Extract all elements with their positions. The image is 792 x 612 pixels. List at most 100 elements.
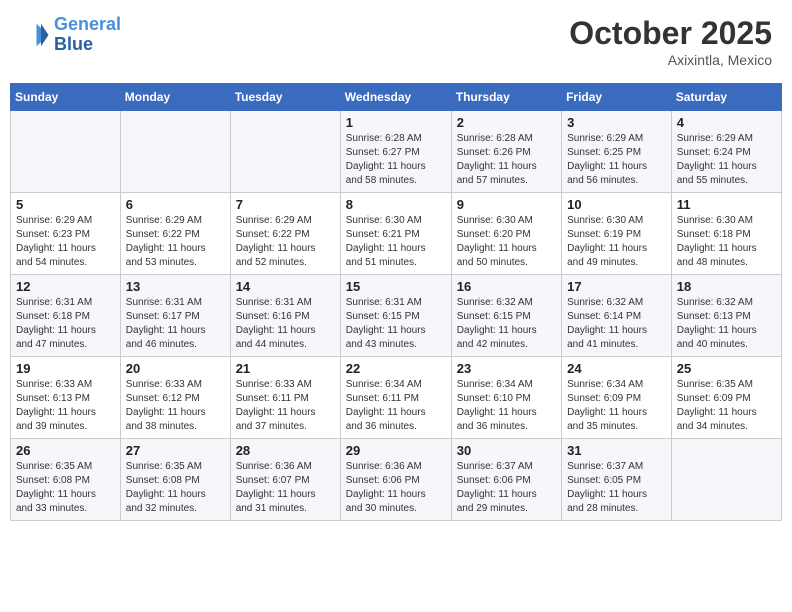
day-info: Sunrise: 6:37 AMSunset: 6:06 PMDaylight:…: [457, 460, 556, 516]
day-number: 9: [457, 197, 556, 212]
day-number: 8: [346, 197, 446, 212]
calendar-cell: 1 Sunrise: 6:28 AMSunset: 6:27 PMDaylight…: [340, 111, 451, 193]
day-of-week-header: Tuesday: [230, 84, 340, 111]
calendar-cell: 17 Sunrise: 6:32 AMSunset: 6:14 PMDayligh…: [562, 275, 672, 357]
calendar-cell: 20 Sunrise: 6:33 AMSunset: 6:12 PMDayligh…: [120, 357, 230, 439]
day-info: Sunrise: 6:34 AMSunset: 6:10 PMDaylight:…: [457, 378, 556, 434]
day-info: Sunrise: 6:29 AMSunset: 6:25 PMDaylight:…: [567, 132, 666, 188]
day-number: 23: [457, 361, 556, 376]
day-number: 17: [567, 279, 666, 294]
day-info: Sunrise: 6:32 AMSunset: 6:13 PMDaylight:…: [677, 296, 776, 352]
calendar-cell: 29 Sunrise: 6:36 AMSunset: 6:06 PMDayligh…: [340, 439, 451, 521]
day-info: Sunrise: 6:34 AMSunset: 6:09 PMDaylight:…: [567, 378, 666, 434]
calendar-cell: 6 Sunrise: 6:29 AMSunset: 6:22 PMDaylight…: [120, 193, 230, 275]
calendar-cell: [671, 439, 781, 521]
calendar-cell: 21 Sunrise: 6:33 AMSunset: 6:11 PMDayligh…: [230, 357, 340, 439]
day-info: Sunrise: 6:28 AMSunset: 6:27 PMDaylight:…: [346, 132, 446, 188]
location: Axixintla, Mexico: [569, 52, 772, 68]
calendar-cell: 10Sunrise: 6:30 AMSunset: 6:19 PMDayligh…: [562, 193, 672, 275]
calendar-cell: 28 Sunrise: 6:36 AMSunset: 6:07 PMDayligh…: [230, 439, 340, 521]
calendar-cell: 4 Sunrise: 6:29 AMSunset: 6:24 PMDaylight…: [671, 111, 781, 193]
day-info: Sunrise: 6:29 AMSunset: 6:22 PMDaylight:…: [126, 214, 225, 270]
calendar-cell: 11 Sunrise: 6:30 AMSunset: 6:18 PMDayligh…: [671, 193, 781, 275]
day-of-week-header: Friday: [562, 84, 672, 111]
day-info: Sunrise: 6:35 AMSunset: 6:08 PMDaylight:…: [126, 460, 225, 516]
day-number: 20: [126, 361, 225, 376]
day-number: 21: [236, 361, 335, 376]
day-info: Sunrise: 6:32 AMSunset: 6:14 PMDaylight:…: [567, 296, 666, 352]
calendar-cell: [120, 111, 230, 193]
day-info: Sunrise: 6:29 AMSunset: 6:22 PMDaylight:…: [236, 214, 335, 270]
day-info: Sunrise: 6:31 AMSunset: 6:15 PMDaylight:…: [346, 296, 446, 352]
calendar-cell: 8 Sunrise: 6:30 AMSunset: 6:21 PMDaylight…: [340, 193, 451, 275]
day-number: 10: [567, 197, 666, 212]
day-number: 11: [677, 197, 776, 212]
day-info: Sunrise: 6:35 AMSunset: 6:09 PMDaylight:…: [677, 378, 776, 434]
day-info: Sunrise: 6:36 AMSunset: 6:06 PMDaylight:…: [346, 460, 446, 516]
day-info: Sunrise: 6:31 AMSunset: 6:16 PMDaylight:…: [236, 296, 335, 352]
day-info: Sunrise: 6:37 AMSunset: 6:05 PMDaylight:…: [567, 460, 666, 516]
calendar-cell: 19Sunrise: 6:33 AMSunset: 6:13 PMDayligh…: [11, 357, 121, 439]
calendar-cell: 15 Sunrise: 6:31 AMSunset: 6:15 PMDayligh…: [340, 275, 451, 357]
calendar-cell: [230, 111, 340, 193]
day-number: 15: [346, 279, 446, 294]
calendar-header: SundayMondayTuesdayWednesdayThursdayFrid…: [11, 84, 782, 111]
calendar-cell: 3 Sunrise: 6:29 AMSunset: 6:25 PMDaylight…: [562, 111, 672, 193]
day-of-week-header: Wednesday: [340, 84, 451, 111]
calendar-table: SundayMondayTuesdayWednesdayThursdayFrid…: [10, 83, 782, 521]
day-info: Sunrise: 6:34 AMSunset: 6:11 PMDaylight:…: [346, 378, 446, 434]
calendar-cell: 30 Sunrise: 6:37 AMSunset: 6:06 PMDayligh…: [451, 439, 561, 521]
day-number: 28: [236, 443, 335, 458]
day-info: Sunrise: 6:29 AMSunset: 6:23 PMDaylight:…: [16, 214, 115, 270]
day-number: 12: [16, 279, 115, 294]
day-number: 29: [346, 443, 446, 458]
day-info: Sunrise: 6:33 AMSunset: 6:12 PMDaylight:…: [126, 378, 225, 434]
day-number: 24: [567, 361, 666, 376]
calendar-cell: 13 Sunrise: 6:31 AMSunset: 6:17 PMDayligh…: [120, 275, 230, 357]
day-info: Sunrise: 6:30 AMSunset: 6:18 PMDaylight:…: [677, 214, 776, 270]
day-info: Sunrise: 6:30 AMSunset: 6:21 PMDaylight:…: [346, 214, 446, 270]
calendar-cell: 25 Sunrise: 6:35 AMSunset: 6:09 PMDayligh…: [671, 357, 781, 439]
day-of-week-header: Thursday: [451, 84, 561, 111]
day-info: Sunrise: 6:28 AMSunset: 6:26 PMDaylight:…: [457, 132, 556, 188]
day-number: 1: [346, 115, 446, 130]
logo-text: General Blue: [54, 15, 121, 55]
day-info: Sunrise: 6:36 AMSunset: 6:07 PMDaylight:…: [236, 460, 335, 516]
day-number: 13: [126, 279, 225, 294]
day-number: 2: [457, 115, 556, 130]
calendar-cell: 23 Sunrise: 6:34 AMSunset: 6:10 PMDayligh…: [451, 357, 561, 439]
calendar-cell: 2 Sunrise: 6:28 AMSunset: 6:26 PMDaylight…: [451, 111, 561, 193]
logo: General Blue: [20, 15, 121, 55]
calendar-cell: 24 Sunrise: 6:34 AMSunset: 6:09 PMDayligh…: [562, 357, 672, 439]
day-number: 4: [677, 115, 776, 130]
day-info: Sunrise: 6:30 AMSunset: 6:20 PMDaylight:…: [457, 214, 556, 270]
day-number: 26: [16, 443, 115, 458]
calendar-cell: 12Sunrise: 6:31 AMSunset: 6:18 PMDayligh…: [11, 275, 121, 357]
day-number: 25: [677, 361, 776, 376]
day-number: 30: [457, 443, 556, 458]
day-number: 3: [567, 115, 666, 130]
day-info: Sunrise: 6:33 AMSunset: 6:11 PMDaylight:…: [236, 378, 335, 434]
calendar-cell: 5Sunrise: 6:29 AMSunset: 6:23 PMDaylight…: [11, 193, 121, 275]
page-header: General Blue October 2025 Axixintla, Mex…: [10, 10, 782, 73]
day-number: 31: [567, 443, 666, 458]
day-info: Sunrise: 6:35 AMSunset: 6:08 PMDaylight:…: [16, 460, 115, 516]
day-of-week-header: Saturday: [671, 84, 781, 111]
day-number: 7: [236, 197, 335, 212]
day-info: Sunrise: 6:33 AMSunset: 6:13 PMDaylight:…: [16, 378, 115, 434]
calendar-cell: [11, 111, 121, 193]
month-title: October 2025: [569, 15, 772, 52]
day-number: 14: [236, 279, 335, 294]
calendar-cell: 16Sunrise: 6:32 AMSunset: 6:15 PMDayligh…: [451, 275, 561, 357]
calendar-cell: 14 Sunrise: 6:31 AMSunset: 6:16 PMDayligh…: [230, 275, 340, 357]
day-of-week-header: Monday: [120, 84, 230, 111]
day-info: Sunrise: 6:32 AMSunset: 6:15 PMDaylight:…: [457, 296, 556, 352]
calendar-cell: 31 Sunrise: 6:37 AMSunset: 6:05 PMDayligh…: [562, 439, 672, 521]
day-number: 6: [126, 197, 225, 212]
calendar-cell: 7 Sunrise: 6:29 AMSunset: 6:22 PMDaylight…: [230, 193, 340, 275]
calendar-cell: 9 Sunrise: 6:30 AMSunset: 6:20 PMDaylight…: [451, 193, 561, 275]
day-info: Sunrise: 6:29 AMSunset: 6:24 PMDaylight:…: [677, 132, 776, 188]
day-info: Sunrise: 6:31 AMSunset: 6:17 PMDaylight:…: [126, 296, 225, 352]
calendar-cell: 26 Sunrise: 6:35 AMSunset: 6:08 PMDayligh…: [11, 439, 121, 521]
day-number: 22: [346, 361, 446, 376]
